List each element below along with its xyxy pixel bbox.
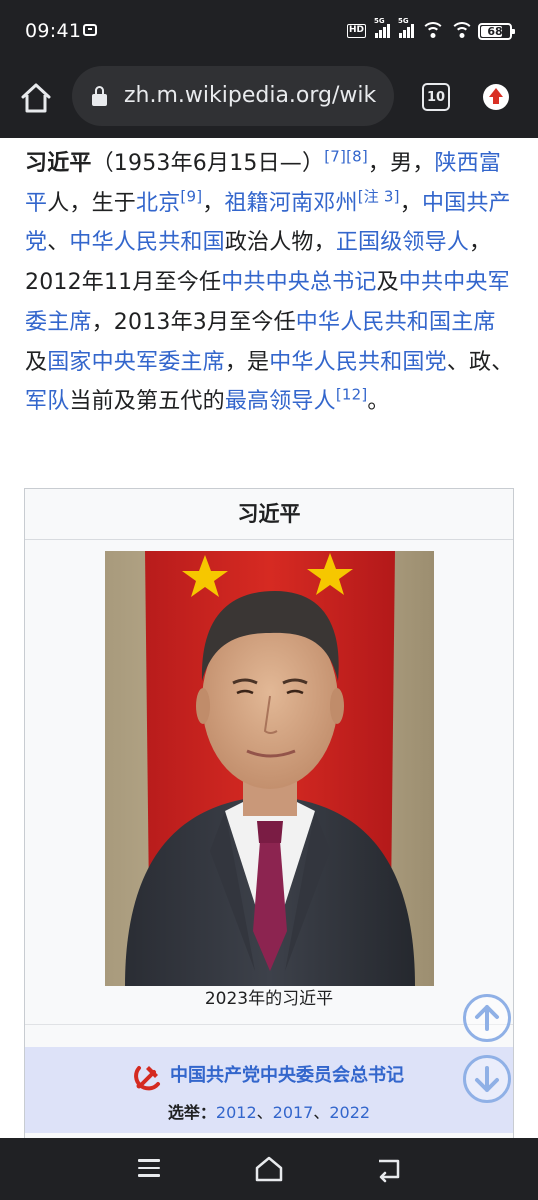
- portrait-image[interactable]: [105, 551, 434, 986]
- article-text: ，男，: [367, 151, 435, 176]
- article-text: 。: [367, 389, 390, 415]
- citation-link[interactable]: [7]: [324, 148, 346, 166]
- hammer-sickle-icon: [134, 1061, 164, 1091]
- battery-level: 68: [487, 25, 503, 38]
- signal-label: 5G: [374, 17, 385, 25]
- divider: [25, 1024, 513, 1025]
- infobox-title: 习近平: [25, 489, 513, 540]
- signal-strength-icon: 5G: [398, 17, 414, 38]
- office-title-row: 中国共产党中央委员会总书记: [25, 1061, 513, 1091]
- election-separator: 、: [256, 1103, 273, 1122]
- article-text: 政治人物，: [224, 230, 336, 256]
- article-link[interactable]: 河南: [269, 191, 313, 216]
- election-label: 选举：: [167, 1103, 216, 1122]
- article-link[interactable]: 中华人民共和国: [69, 230, 224, 255]
- article-text: 、政、: [446, 349, 514, 375]
- citation-link[interactable]: [12]: [336, 386, 368, 404]
- battery-icon: 68: [478, 23, 515, 40]
- article-link[interactable]: 中华人民共和国主席: [296, 310, 496, 335]
- scroll-down-button[interactable]: [463, 1055, 511, 1103]
- tab-switcher-button[interactable]: 10: [422, 83, 450, 111]
- article-link[interactable]: 最高领导人: [225, 389, 336, 414]
- election-year-link[interactable]: 2017: [273, 1103, 314, 1122]
- wifi-icon: [423, 22, 443, 38]
- article-text: 、: [47, 230, 70, 256]
- article-text: ，是: [224, 349, 270, 375]
- url-text[interactable]: zh.m.wikipedia.org/wik: [124, 83, 376, 108]
- lock-icon[interactable]: [92, 86, 107, 106]
- back-button[interactable]: [374, 1155, 404, 1183]
- citation-link[interactable]: [注 3]: [358, 187, 400, 205]
- office-title-link[interactable]: 中国共产党中央委员会总书记: [170, 1065, 404, 1086]
- article-link[interactable]: 正国级领导人: [336, 230, 469, 255]
- app-notification-icon: [83, 24, 97, 36]
- office-header: 中国共产党中央委员会总书记 选举：2012、2017、2022: [25, 1047, 513, 1133]
- infobox: 习近平 2023年的习近平 中国共产党中央委员会总书记 选举：2012、2017…: [24, 488, 514, 1140]
- arrow-up-circle-icon: [475, 1005, 499, 1031]
- article-link[interactable]: 国家中央军委主席: [47, 350, 225, 375]
- article-text: 及: [25, 349, 48, 375]
- image-caption: 2023年的习近平: [204, 989, 334, 1009]
- article-link[interactable]: 军队: [25, 389, 69, 414]
- home-icon: [21, 83, 51, 113]
- article-link[interactable]: 中共中央总书记: [221, 270, 376, 295]
- scroll-up-button[interactable]: [463, 994, 511, 1042]
- back-icon: [379, 1159, 400, 1183]
- browser-toolbar: zh.m.wikipedia.org/wik 10: [0, 62, 538, 138]
- article-text: ，: [202, 190, 225, 216]
- nav-home-button[interactable]: [253, 1154, 285, 1184]
- article-link[interactable]: 祖籍: [224, 191, 268, 216]
- system-navigation-bar: [0, 1138, 538, 1200]
- status-time: 09:41: [25, 20, 82, 42]
- citation-link[interactable]: [8]: [346, 148, 368, 166]
- status-bar: 09:41 HD 5G 5G 68: [0, 0, 538, 62]
- election-year-link[interactable]: 2022: [329, 1103, 370, 1122]
- article-text: （1953年6月15日—）: [91, 151, 325, 176]
- arrow-down-circle-icon: [475, 1066, 499, 1092]
- signal-strength-icon: 5G: [374, 17, 390, 38]
- article-text: 人，生于: [47, 190, 137, 216]
- article-subject: 习近平: [25, 151, 92, 176]
- status-indicators: HD 5G 5G: [346, 17, 472, 38]
- article-text: 当前及第五代的: [69, 389, 225, 415]
- article-link[interactable]: 中华人民共和国党: [269, 350, 447, 375]
- article-text: ，2013年3月至今任: [91, 309, 296, 335]
- article-text: 及: [376, 270, 399, 296]
- election-year-link[interactable]: 2012: [216, 1103, 257, 1122]
- home-button[interactable]: [18, 80, 54, 116]
- signal-label: 5G: [398, 17, 409, 25]
- article-lead-paragraph: 习近平（1953年6月15日—）[7][8]，男，陕西富平人，生于北京[9]，祖…: [25, 144, 515, 422]
- hd-badge: HD: [346, 24, 366, 38]
- tab-count: 10: [426, 89, 446, 105]
- menu-icon[interactable]: [138, 1159, 162, 1179]
- update-icon[interactable]: [483, 84, 509, 110]
- article-text: ，: [399, 190, 422, 216]
- election-separator: 、: [313, 1103, 330, 1122]
- citation-link[interactable]: [9]: [180, 187, 202, 205]
- home-icon: [255, 1156, 283, 1182]
- article-link[interactable]: 邓州: [313, 191, 357, 216]
- article-link[interactable]: 北京: [136, 191, 180, 216]
- election-line: 选举：2012、2017、2022: [25, 1099, 513, 1123]
- wifi-icon: [452, 22, 472, 38]
- address-bar[interactable]: zh.m.wikipedia.org/wik: [72, 66, 394, 126]
